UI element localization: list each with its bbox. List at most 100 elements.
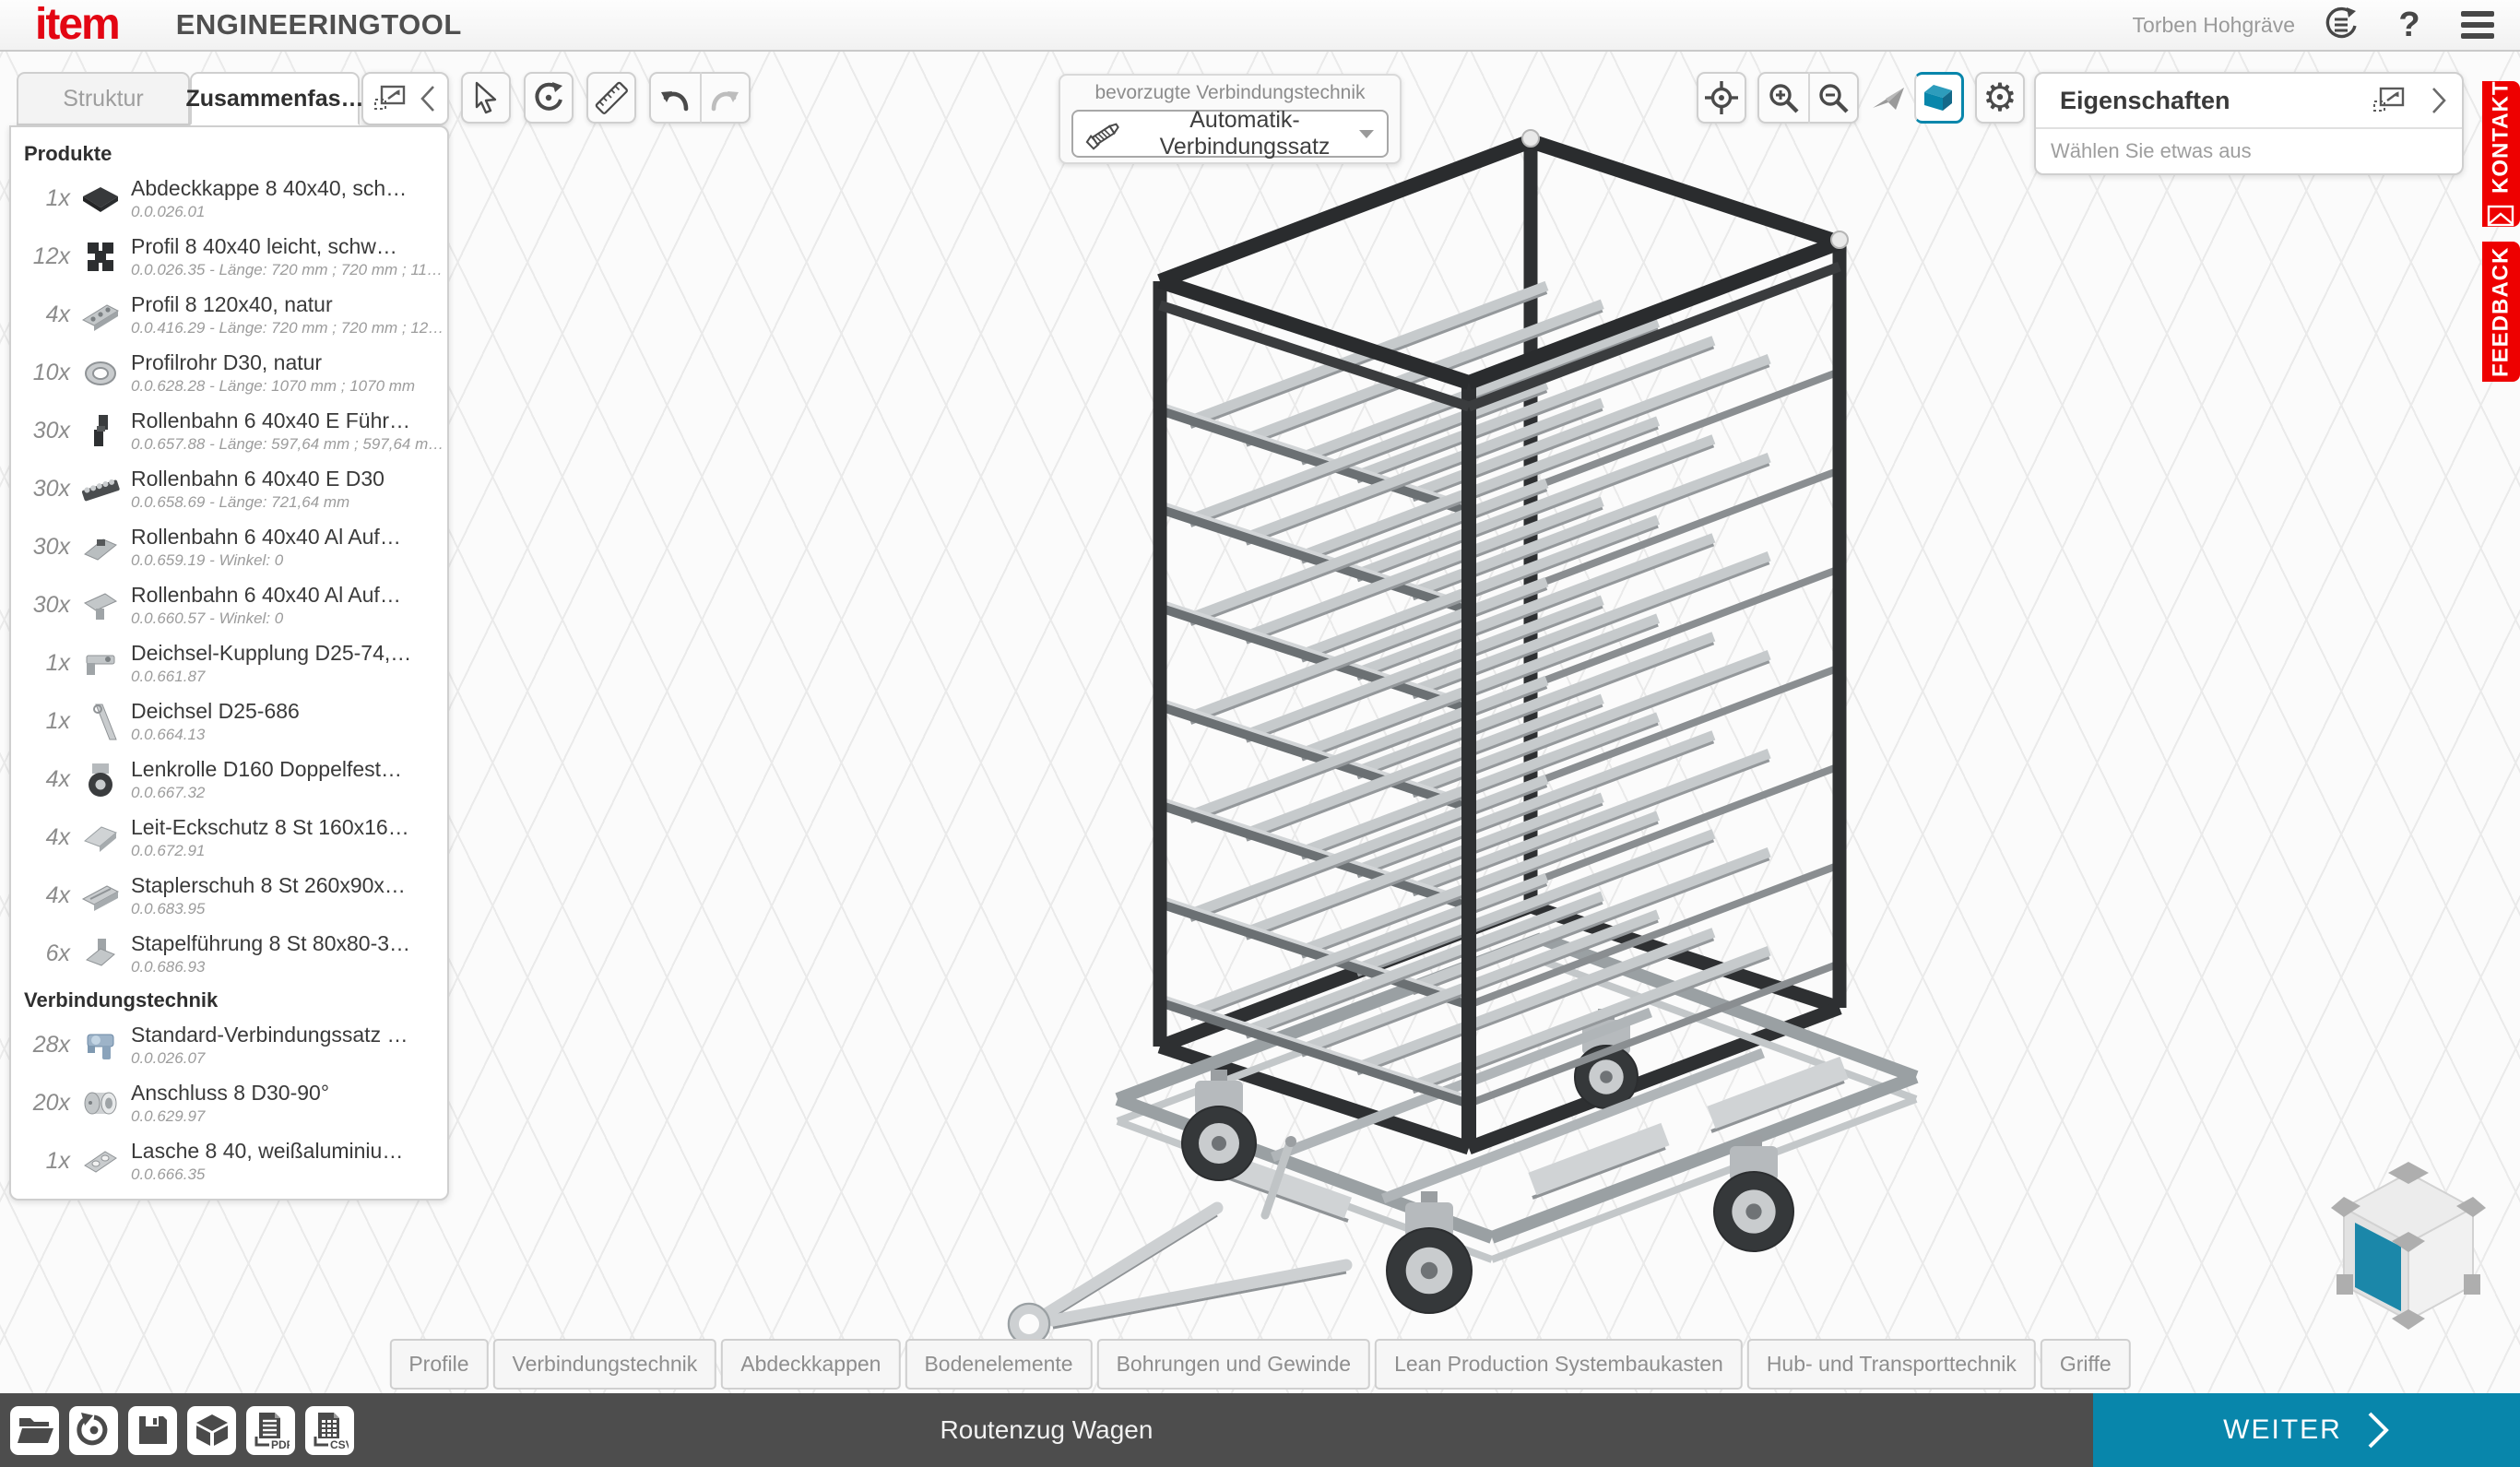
product-row[interactable]: 4x Lenkrolle D160 Doppelfest… 0.0.667.32: [11, 751, 447, 809]
plate-icon: [70, 1142, 131, 1181]
stack-guide-icon: [70, 935, 131, 974]
product-row[interactable]: 30x Rollenbahn 6 40x40 E D30 0.0.658.69 …: [11, 460, 447, 518]
row-quantity: 30x: [11, 534, 70, 561]
weiter-button[interactable]: WEITER: [2093, 1393, 2520, 1467]
view-cube[interactable]: [2325, 1145, 2491, 1339]
category-tab[interactable]: Hub- und Transporttechnik: [1747, 1339, 2036, 1390]
open-project-button[interactable]: [10, 1406, 59, 1455]
help-button[interactable]: ?: [2387, 3, 2431, 47]
row-name: Leit-Eckschutz 8 St 160x16…: [131, 815, 442, 840]
section-title: Produkte: [11, 136, 447, 170]
row-name: Lenkrolle D160 Doppelfest…: [131, 757, 442, 782]
category-tab[interactable]: Profile: [389, 1339, 488, 1390]
product-row[interactable]: 30x Rollenbahn 6 40x40 Al Auf… 0.0.660.5…: [11, 576, 447, 634]
roller-rail-icon: [70, 470, 131, 509]
row-name: Deichsel-Kupplung D25-74,…: [131, 641, 442, 666]
product-row[interactable]: 1x Deichsel-Kupplung D25-74,… 0.0.661.87: [11, 634, 447, 692]
export-pdf-button[interactable]: PDF: [246, 1406, 295, 1455]
roller-guide-icon: [70, 412, 131, 451]
product-row[interactable]: 4x Staplerschuh 8 St 260x90x… 0.0.683.95: [11, 867, 447, 925]
row-detail: 0.0.628.28 - Länge: 1070 mm ; 1070 mm: [131, 377, 442, 396]
folder-icon: [17, 1414, 53, 1446]
fastener-icon: [70, 1026, 131, 1065]
category-tab[interactable]: Verbindungstechnik: [493, 1339, 717, 1390]
cylinder-connector-icon: [70, 1084, 131, 1123]
menu-button[interactable]: [2455, 3, 2500, 47]
category-tab[interactable]: Bohrungen und Gewinde: [1097, 1339, 1370, 1390]
csv-icon: CSV: [312, 1411, 349, 1449]
product-row[interactable]: 1x Lasche 8 40, weißaluminiu… 0.0.666.35: [11, 1132, 447, 1190]
brand-logo: item: [35, 3, 119, 47]
row-name: Profil 8 40x40 leicht, schw…: [131, 234, 442, 259]
row-detail: 0.0.658.69 - Länge: 721,64 mm: [131, 493, 442, 512]
pdf-icon: PDF: [253, 1411, 290, 1449]
row-detail: 0.0.664.13: [131, 726, 442, 744]
connection-panel: bevorzugte Verbindungstechnik Automatik-…: [1059, 74, 1402, 164]
row-quantity: 4x: [11, 882, 70, 909]
row-detail: 0.0.683.95: [131, 900, 442, 918]
connection-select[interactable]: Automatik-Verbindungssatz: [1071, 110, 1389, 158]
svg-text:PDF: PDF: [271, 1438, 290, 1449]
save-button[interactable]: [128, 1406, 177, 1455]
model-cube-button[interactable]: [187, 1406, 236, 1455]
properties-expand-button[interactable]: [2429, 85, 2449, 116]
chevron-down-icon: [1357, 127, 1376, 140]
row-quantity: 30x: [11, 592, 70, 619]
row-name: Staplerschuh 8 St 260x90x…: [131, 873, 442, 898]
row-name: Lasche 8 40, weißaluminiu…: [131, 1139, 442, 1164]
category-tabs: ProfileVerbindungstechnikAbdeckkappenBod…: [389, 1339, 2130, 1390]
row-name: Rollenbahn 6 40x40 E Führ…: [131, 408, 442, 433]
page-title: ENGINEERINGTOOL: [176, 8, 462, 41]
row-name: Rollenbahn 6 40x40 Al Auf…: [131, 525, 442, 550]
section-title: Verbindungstechnik: [11, 983, 447, 1016]
save-icon: [136, 1414, 170, 1447]
coupling-icon: [70, 645, 131, 683]
row-name: Stapelführung 8 St 80x80-3…: [131, 931, 442, 956]
row-detail: 0.0.686.93: [131, 958, 442, 976]
row-quantity: 20x: [11, 1090, 70, 1117]
tab-zusammenfassung[interactable]: Zusammenfas…: [190, 72, 360, 125]
row-quantity: 4x: [11, 824, 70, 851]
history-button[interactable]: [2319, 3, 2363, 47]
product-list: Produkte 1x Abdeckkappe 8 40x40, sch… 0.…: [11, 136, 447, 1190]
row-detail: 0.0.661.87: [131, 668, 442, 686]
category-tab[interactable]: Bodenelemente: [905, 1339, 1092, 1390]
row-detail: 0.0.416.29 - Länge: 720 mm ; 720 mm ; 12…: [131, 319, 442, 337]
product-row[interactable]: 4x Profil 8 120x40, natur 0.0.416.29 - L…: [11, 286, 447, 344]
row-quantity: 1x: [11, 650, 70, 677]
product-row[interactable]: 1x Abdeckkappe 8 40x40, sch… 0.0.026.01: [11, 170, 447, 228]
properties-popout-button[interactable]: [2372, 85, 2407, 116]
row-detail: 0.0.026.35 - Länge: 720 mm ; 720 mm ; 11…: [131, 261, 442, 279]
row-name: Anschluss 8 D30-90°: [131, 1081, 442, 1106]
screw-icon: [1084, 115, 1123, 152]
product-row[interactable]: 20x Anschluss 8 D30-90° 0.0.629.97: [11, 1074, 447, 1132]
chevron-right-icon: [2366, 1411, 2390, 1449]
category-tab[interactable]: Griffe: [2041, 1339, 2131, 1390]
product-row[interactable]: 4x Leit-Eckschutz 8 St 160x16… 0.0.672.9…: [11, 809, 447, 867]
row-name: Standard-Verbindungssatz …: [131, 1023, 442, 1047]
tube-icon: [70, 354, 131, 393]
row-detail: 0.0.672.91: [131, 842, 442, 860]
row-detail: 0.0.629.97: [131, 1107, 442, 1126]
envelope-icon: [2488, 205, 2515, 227]
product-row[interactable]: 12x Profil 8 40x40 leicht, schw… 0.0.026…: [11, 228, 447, 286]
product-row[interactable]: 10x Profilrohr D30, natur 0.0.628.28 - L…: [11, 344, 447, 402]
product-row[interactable]: 6x Stapelführung 8 St 80x80-3… 0.0.686.9…: [11, 925, 447, 983]
category-tab[interactable]: Abdeckkappen: [721, 1339, 900, 1390]
history-icon: [2321, 5, 2361, 45]
product-row[interactable]: 28x Standard-Verbindungssatz … 0.0.026.0…: [11, 1016, 447, 1074]
row-name: Abdeckkappe 8 40x40, sch…: [131, 176, 442, 201]
row-detail: 0.0.667.32: [131, 784, 442, 802]
category-tab[interactable]: Lean Production Systembaukasten: [1375, 1339, 1743, 1390]
product-row[interactable]: 1x Deichsel D25-686 0.0.664.13: [11, 692, 447, 751]
product-row[interactable]: 30x Rollenbahn 6 40x40 E Führ… 0.0.657.8…: [11, 402, 447, 460]
row-detail: 0.0.660.57 - Winkel: 0: [131, 609, 442, 628]
reset-button[interactable]: [69, 1406, 118, 1455]
product-row[interactable]: 30x Rollenbahn 6 40x40 Al Auf… 0.0.659.1…: [11, 518, 447, 576]
row-name: Rollenbahn 6 40x40 E D30: [131, 467, 442, 491]
feedback-tab[interactable]: FEEDBACK: [2482, 242, 2520, 382]
parts-summary-panel: Produkte 1x Abdeckkappe 8 40x40, sch… 0.…: [9, 125, 449, 1201]
export-csv-button[interactable]: CSV: [305, 1406, 354, 1455]
kontakt-tab[interactable]: KONTAKT: [2482, 81, 2520, 227]
row-quantity: 30x: [11, 418, 70, 444]
